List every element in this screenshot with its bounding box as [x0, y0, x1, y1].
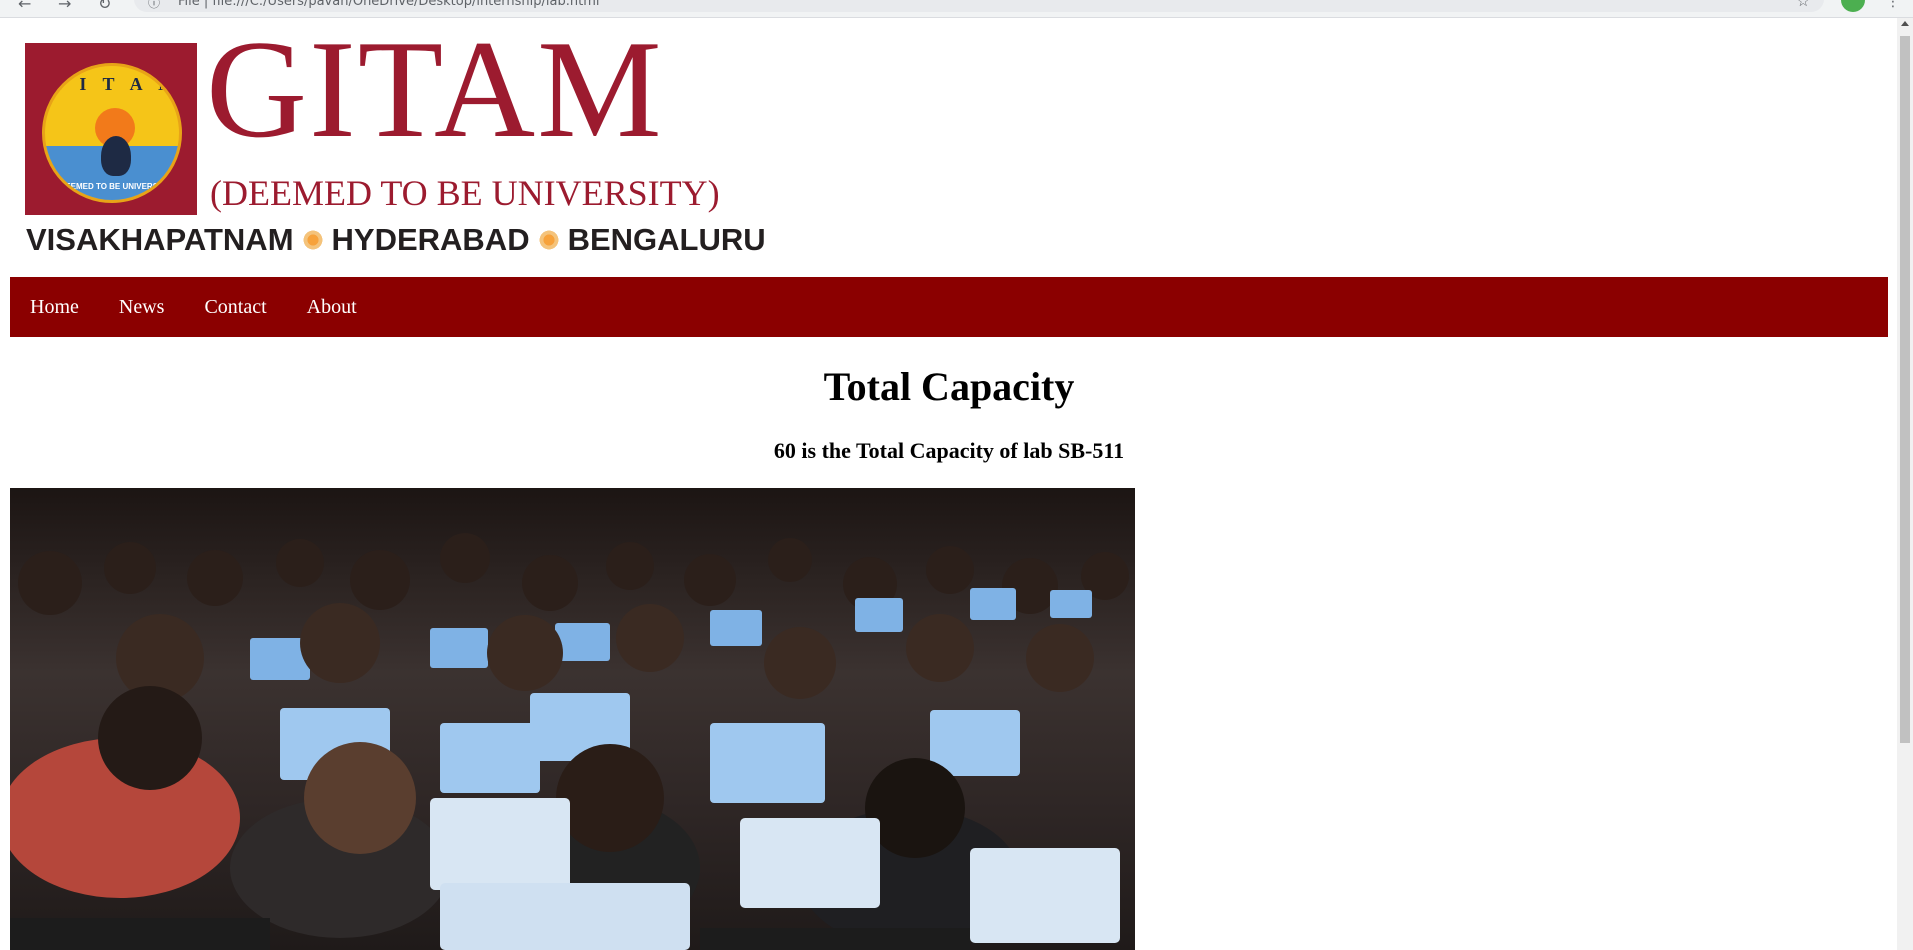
url-text[interactable]: File | file:///C:/Users/pavan/OneDrive/D… — [178, 0, 599, 9]
seal-dolphin-icon — [101, 136, 131, 176]
nav-contact-link[interactable]: Contact — [184, 296, 286, 319]
scroll-up-icon[interactable] — [1901, 21, 1909, 26]
logo-name: GITAM — [206, 12, 664, 167]
reload-icon[interactable]: ↻ — [98, 0, 111, 13]
sun-separator-icon — [301, 229, 324, 251]
page-title: Total Capacity — [823, 364, 1075, 409]
gitam-logo: G I T A M DEEMED TO BE UNIVERSITY GITAM … — [22, 20, 766, 262]
seal-bottom-text: DEEMED TO BE UNIVERSITY — [59, 182, 171, 191]
star-icon[interactable]: ☆ — [1797, 0, 1810, 10]
profile-avatar[interactable] — [1841, 0, 1865, 12]
address-bar[interactable]: ⓘ File | file:///C:/Users/pavan/OneDrive… — [134, 0, 1824, 12]
university-seal-icon: G I T A M DEEMED TO BE UNIVERSITY — [42, 63, 182, 203]
sun-separator-icon — [537, 229, 560, 251]
info-icon[interactable]: ⓘ — [148, 0, 160, 11]
lab-photo — [10, 488, 1135, 950]
arrow-left-icon[interactable]: ← — [18, 0, 31, 13]
city-bengaluru: BENGALURU — [567, 222, 766, 257]
arrow-right-icon[interactable]: → — [58, 0, 71, 13]
nav-home-link[interactable]: Home — [10, 296, 99, 319]
nav-about-link[interactable]: About — [287, 296, 377, 319]
logo-subtitle: (DEEMED TO BE UNIVERSITY) — [210, 173, 720, 213]
logo-cities: VISAKHAPATNAM HYDERABAD BENGALURU — [26, 222, 766, 258]
main-navbar: Home News Contact About — [10, 277, 1888, 337]
seal-ring-text: G I T A M — [48, 74, 182, 94]
city-visakhapatnam: VISAKHAPATNAM — [26, 222, 294, 257]
students-laptops-illustration — [10, 533, 1129, 950]
capacity-text: 60 is the Total Capacity of lab SB-511 — [773, 438, 1125, 463]
scroll-thumb[interactable] — [1900, 36, 1910, 743]
more-vert-icon[interactable]: ⋮ — [1886, 0, 1900, 10]
seal-background: G I T A M DEEMED TO BE UNIVERSITY — [25, 43, 197, 215]
city-hyderabad: HYDERABAD — [331, 222, 530, 257]
nav-news-link[interactable]: News — [99, 296, 185, 319]
page-scrollbar[interactable] — [1897, 18, 1913, 950]
